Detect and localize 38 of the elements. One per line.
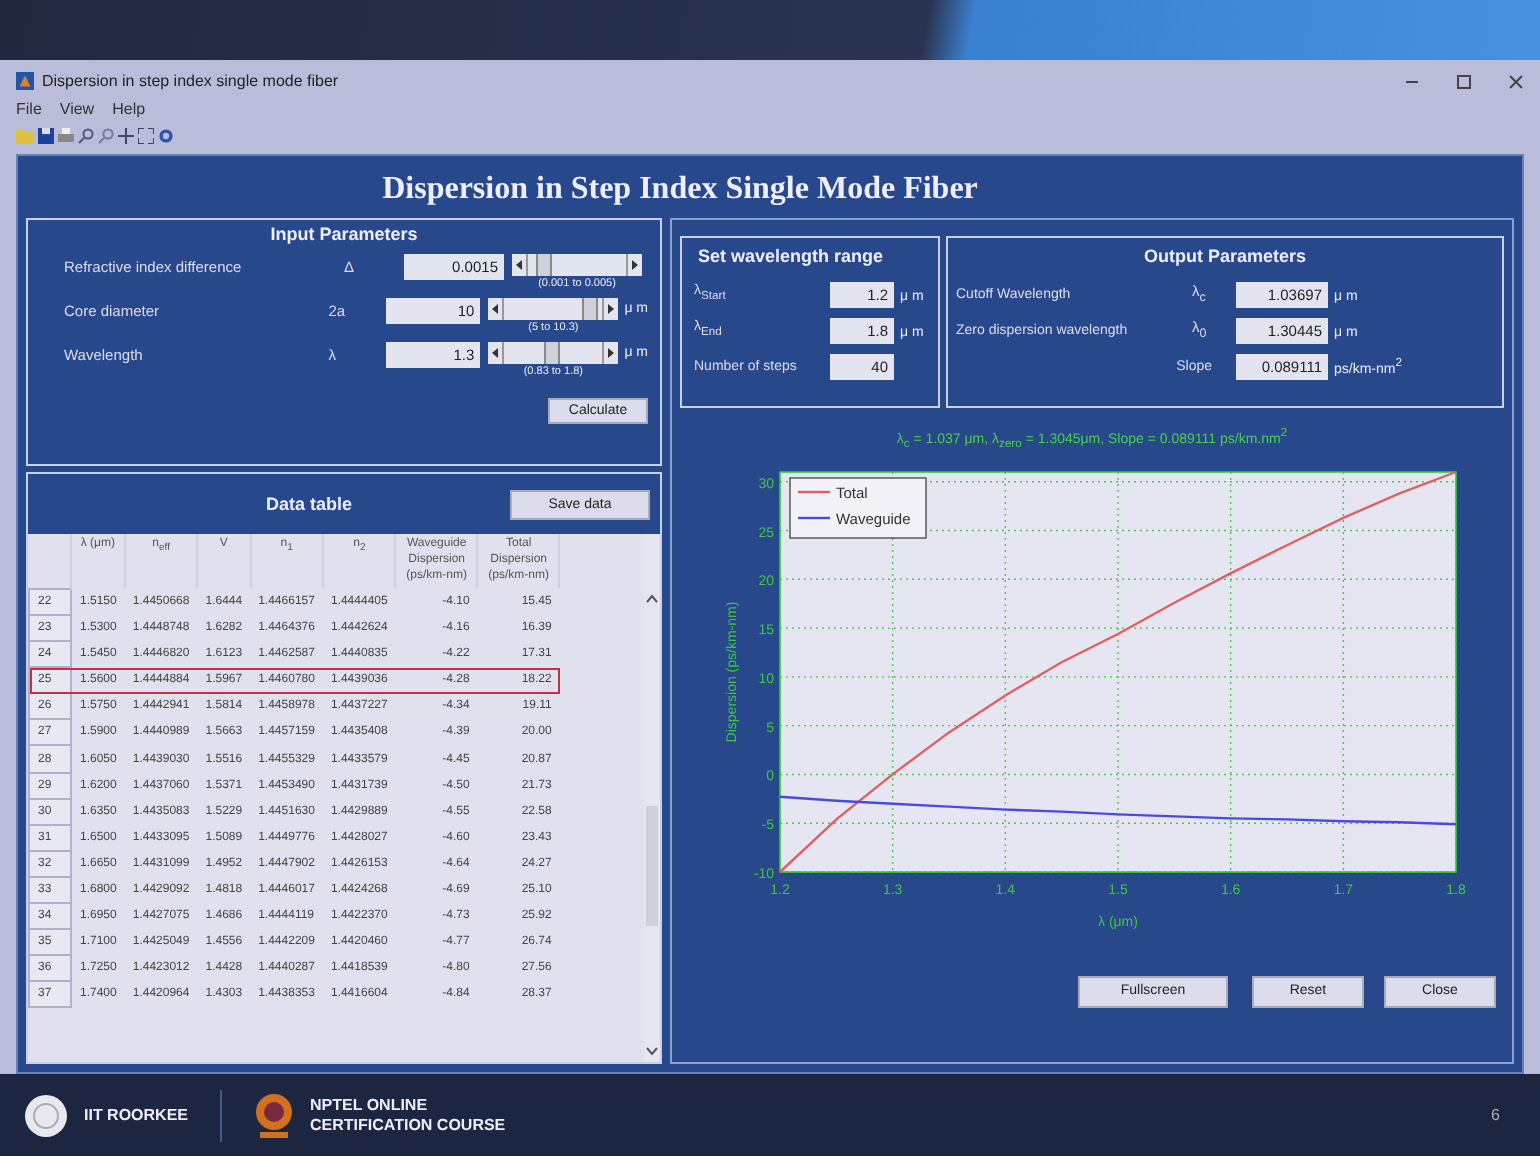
left-arrow-icon[interactable] [488, 302, 503, 316]
app-title: Dispersion in Step Index Single Mode Fiber [380, 170, 980, 210]
right-arrow-icon[interactable] [604, 346, 619, 360]
legend-background [789, 476, 927, 539]
maximize-icon[interactable] [1456, 73, 1472, 89]
course-label: NPTEL ONLINE [310, 1095, 430, 1115]
course-label: CERTIFICATION COURSE [310, 1115, 506, 1135]
scroll-down-icon[interactable] [646, 1046, 658, 1056]
scroll-up-icon[interactable] [646, 594, 658, 604]
fullscreen-icon[interactable] [138, 128, 154, 144]
app-icon [16, 72, 34, 90]
close-icon[interactable] [1508, 73, 1524, 89]
slider[interactable] [488, 342, 619, 364]
print-icon[interactable] [58, 128, 74, 144]
slider-thumb[interactable] [536, 254, 553, 276]
window-title: Dispersion in step index single mode fiber [42, 72, 339, 90]
page-number: 6 [1491, 1106, 1500, 1124]
panel-title: Set wavelength range [696, 246, 886, 266]
menu-item[interactable]: File [16, 100, 42, 118]
panel-title: Output Parameters [1141, 246, 1309, 266]
menu-item[interactable]: View [59, 100, 95, 118]
nptel-logo-icon [254, 1091, 295, 1139]
menu-item[interactable]: Help [112, 100, 146, 118]
slider[interactable] [488, 298, 619, 320]
slider-thumb[interactable] [581, 298, 598, 320]
scrollbar[interactable] [644, 534, 660, 1062]
slider-thumb[interactable] [543, 342, 560, 364]
save-icon[interactable] [38, 128, 54, 144]
left-arrow-icon[interactable] [488, 346, 503, 360]
panel-title: Input Parameters [268, 224, 420, 244]
slider[interactable] [512, 254, 642, 276]
emblem-icon [24, 1093, 68, 1137]
zoom-in-icon[interactable] [78, 128, 94, 144]
right-arrow-icon[interactable] [604, 302, 619, 316]
institute-name: IIT ROORKEE [84, 1106, 189, 1124]
right-arrow-icon[interactable] [628, 258, 642, 272]
left-arrow-icon[interactable] [512, 258, 526, 272]
panel-title: Data table [263, 494, 354, 514]
